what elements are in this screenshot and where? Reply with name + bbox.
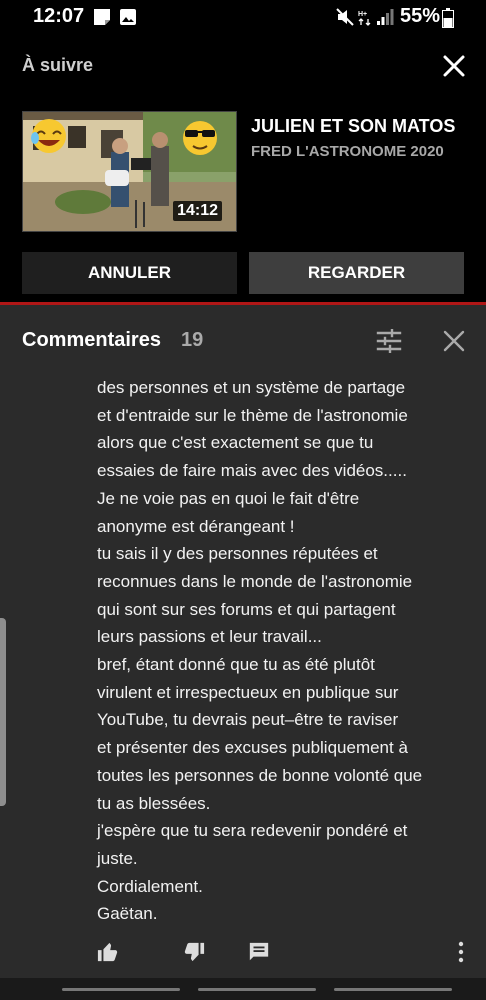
comment-line: qui sont sur ses forums et qui partagent: [97, 599, 396, 619]
watch-button[interactable]: REGARDER: [249, 252, 464, 294]
comment-line: tu as blessées.: [97, 793, 211, 813]
close-icon[interactable]: [440, 52, 468, 80]
comment-line: juste.: [97, 848, 138, 868]
comment-body: des personnes et un système de partage e…: [97, 374, 477, 928]
more-options-icon[interactable]: [455, 941, 467, 968]
comment-line: et présenter des excuses publiquement à: [97, 738, 408, 758]
battery-icon: [442, 8, 454, 33]
comments-title: Commentaires: [22, 329, 161, 351]
svg-text:H+: H+: [358, 11, 367, 18]
video-title[interactable]: JULIEN ET SON MATOS: [251, 116, 455, 137]
status-bar: 12:07 H+ 55%: [0, 0, 486, 34]
signal-icon: [376, 8, 394, 31]
comment-line: tu sais il y des personnes réputées et: [97, 544, 378, 564]
status-time: 12:07: [33, 5, 85, 27]
nav-gesture-center[interactable]: [198, 988, 316, 991]
comment-line: bref, étant donné que tu as été plutôt: [97, 655, 375, 675]
comment-line: et d'entraide sur le thème de l'astronom…: [97, 405, 408, 425]
up-next-label: À suivre: [22, 55, 94, 75]
comment-line: leurs passions et leur travail...: [97, 627, 322, 647]
comment-line: essaies de faire mais avec des vidéos...…: [97, 461, 407, 481]
comments-panel: Commentaires 19 des personnes et un syst…: [0, 305, 486, 1000]
up-next-panel: À suivre 14:12 JULIEN ET SON MATOS FRED …: [0, 34, 486, 302]
comment-line: Cordialement.: [97, 876, 203, 896]
battery-percentage: 55%: [400, 5, 441, 27]
dislike-icon[interactable]: [183, 941, 205, 968]
reply-icon[interactable]: [248, 941, 270, 968]
comment-line: virulent et irrespectueux en publique su…: [97, 682, 399, 702]
comment-line: Je ne voie pas en quoi le fait d'être: [97, 488, 360, 508]
data-icon: H+: [358, 8, 372, 31]
comment-line: des personnes et un système de partage: [97, 378, 406, 397]
video-duration: 14:12: [173, 201, 222, 221]
cancel-button[interactable]: ANNULER: [22, 252, 237, 294]
navigation-bar: [0, 978, 486, 1000]
nav-gesture-right[interactable]: [334, 988, 452, 991]
comment-line: YouTube, tu devrais peut–être te raviser: [97, 710, 399, 730]
comment-line: Gaëtan.: [97, 904, 158, 924]
comment-line: j'espère que tu sera redevenir pondéré e…: [97, 821, 408, 841]
comment-line: toutes les personnes de bonne volonté qu…: [97, 765, 423, 785]
like-icon[interactable]: [97, 941, 119, 968]
comment-line: anonyme est dérangeant !: [97, 516, 295, 536]
video-thumbnail[interactable]: 14:12: [22, 111, 237, 232]
comments-count: 19: [181, 329, 204, 351]
video-channel: FRED L'ASTRONOME 2020: [251, 143, 444, 160]
mute-icon: [336, 8, 354, 31]
comment-line: alors que c'est exactement se que tu: [97, 433, 374, 453]
close-icon[interactable]: [442, 329, 466, 353]
comments-header: Commentaires 19: [0, 305, 486, 375]
scroll-handle[interactable]: [0, 618, 6, 806]
sort-icon[interactable]: [376, 328, 402, 354]
comment-line: reconnues dans le monde de l'astronomie: [97, 571, 413, 591]
notes-icon: [93, 8, 111, 31]
nav-gesture-left[interactable]: [62, 988, 180, 991]
image-icon: [119, 8, 137, 31]
